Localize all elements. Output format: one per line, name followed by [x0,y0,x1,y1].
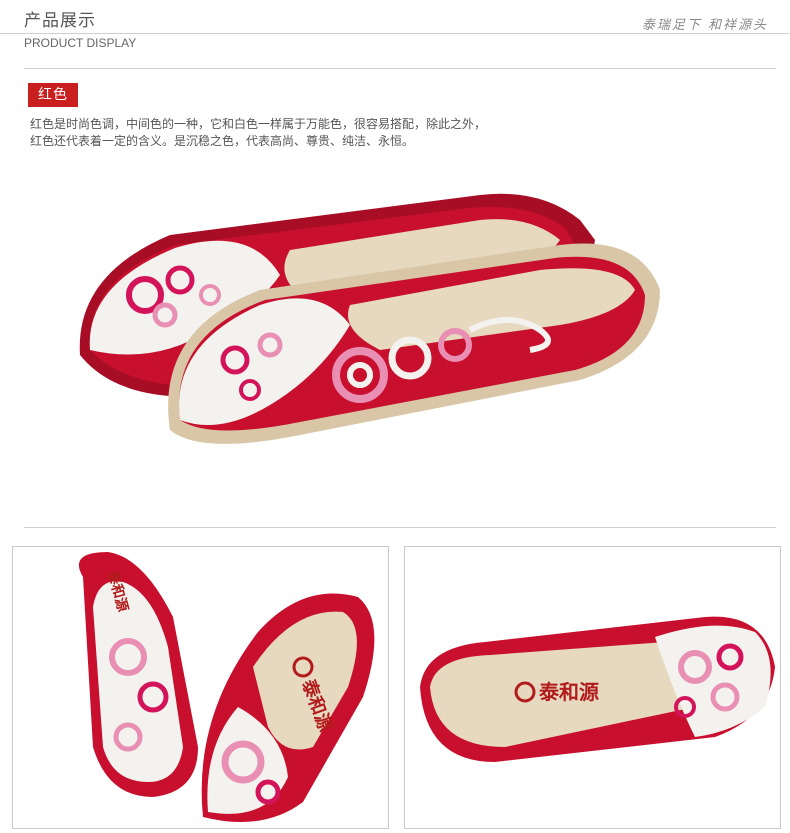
color-badge: 红色 [28,83,78,107]
product-detail-image-2: 泰和源 [404,546,781,829]
divider [24,68,776,69]
product-detail-image-1: 泰和源 泰和源 [12,546,389,829]
slippers-pair-illustration [79,193,660,444]
divider [24,527,776,528]
divider [0,33,790,34]
page-title: 产品展示 [24,11,96,31]
slogan: 泰瑞足下 和祥源头 [641,18,768,33]
description-line: 红色还代表着一定的含义。是沉稳之色，代表高尚、尊贵、纯洁、永恒。 [30,134,415,148]
brand-logo: 泰和源 [538,680,599,704]
slippers-top-view-illustration: 泰和源 泰和源 [78,552,375,822]
page-subtitle: PRODUCT DISPLAY [24,36,137,50]
slipper-side-view-illustration: 泰和源 [420,616,775,762]
color-description: 红色是时尚色调，中间色的一种，它和白色一样属于万能色，很容易搭配，除此之外， 红… [30,116,750,150]
product-hero-image [60,180,740,480]
description-line: 红色是时尚色调，中间色的一种，它和白色一样属于万能色，很容易搭配，除此之外， [30,117,487,131]
